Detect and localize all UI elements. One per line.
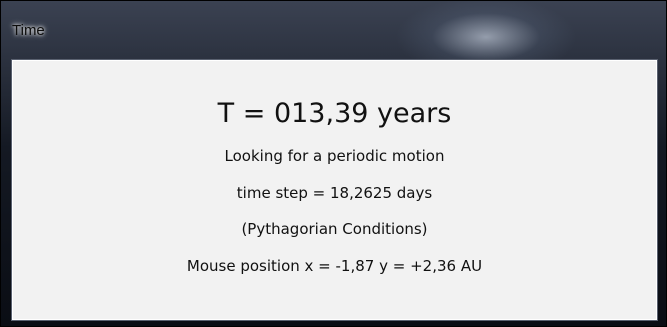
window-title: Time — [12, 22, 45, 39]
mouse-position-text: Mouse position x = -1,87 y = +2,36 AU — [186, 257, 483, 275]
time-display-panel: T = 013,39 years Looking for a periodic … — [11, 59, 658, 321]
title-bar[interactable]: Time — [1, 1, 666, 59]
time-readout: T = 013,39 years — [217, 98, 452, 129]
time-display-content: T = 013,39 years Looking for a periodic … — [12, 60, 657, 320]
time-window: Time T = 013,39 years Looking for a peri… — [0, 0, 667, 327]
conditions-text: (Pythagorian Conditions) — [241, 220, 428, 238]
status-text: Looking for a periodic motion — [224, 147, 445, 165]
time-step-text: time step = 18,2625 days — [236, 184, 433, 202]
